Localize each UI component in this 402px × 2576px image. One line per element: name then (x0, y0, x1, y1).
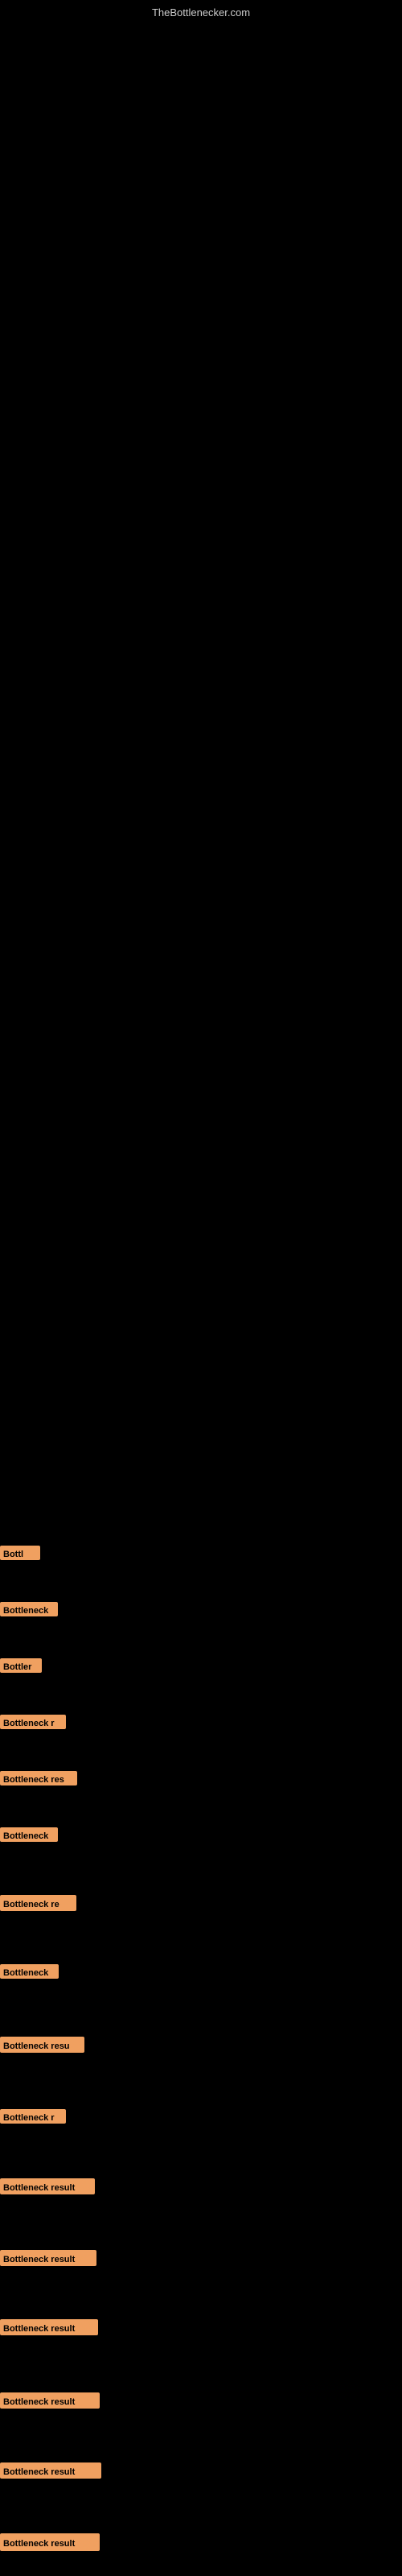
bottleneck-result-16[interactable]: Bottleneck result (0, 2533, 100, 2551)
bottleneck-result-10[interactable]: Bottleneck r (0, 2109, 66, 2124)
bottleneck-result-4[interactable]: Bottleneck r (0, 1715, 66, 1729)
bottleneck-result-11[interactable]: Bottleneck result (0, 2178, 95, 2194)
bottleneck-result-1[interactable]: Bottl (0, 1546, 40, 1560)
bottleneck-result-12[interactable]: Bottleneck result (0, 2250, 96, 2266)
bottleneck-result-2[interactable]: Bottleneck (0, 1602, 58, 1616)
site-title: TheBottlenecker.com (152, 6, 250, 19)
bottleneck-result-8[interactable]: Bottleneck (0, 1964, 59, 1979)
bottleneck-result-9[interactable]: Bottleneck resu (0, 2037, 84, 2053)
bottleneck-result-7[interactable]: Bottleneck re (0, 1895, 76, 1911)
bottleneck-result-3[interactable]: Bottler (0, 1658, 42, 1673)
bottleneck-result-14[interactable]: Bottleneck result (0, 2392, 100, 2409)
bottleneck-result-15[interactable]: Bottleneck result (0, 2462, 101, 2479)
bottleneck-result-6[interactable]: Bottleneck (0, 1827, 58, 1842)
bottleneck-result-5[interactable]: Bottleneck res (0, 1771, 77, 1785)
bottleneck-result-13[interactable]: Bottleneck result (0, 2319, 98, 2335)
